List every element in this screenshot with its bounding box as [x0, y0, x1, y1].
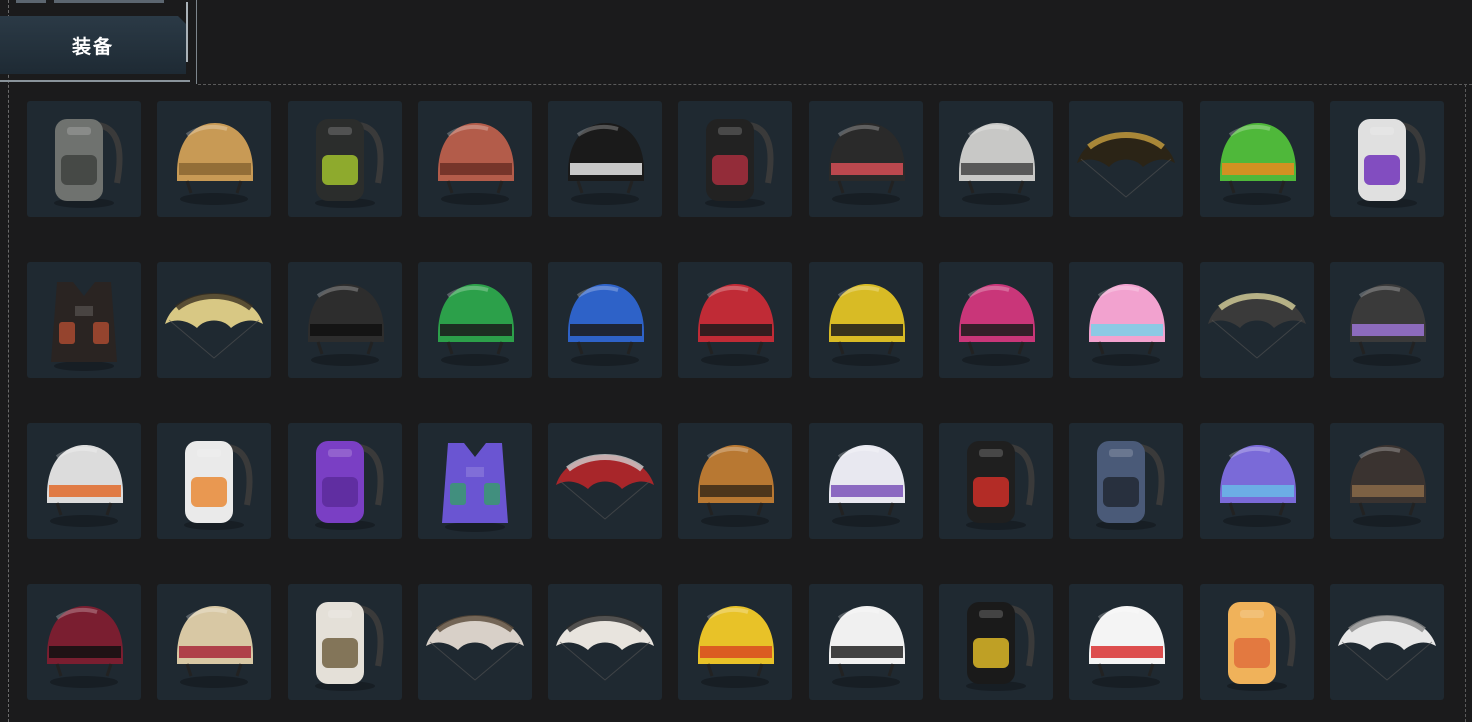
helmet-icon — [177, 606, 254, 688]
backpack-icon — [314, 119, 384, 208]
helmet-icon — [1089, 606, 1166, 688]
equipment-slot[interactable] — [808, 584, 923, 700]
frame-left-border — [8, 0, 9, 722]
parachute-icon — [165, 293, 264, 359]
backpack-icon — [966, 441, 1035, 530]
tab-equipment[interactable]: 装备 — [0, 0, 197, 84]
equipment-slot[interactable] — [808, 423, 923, 539]
tab-label: 装备 — [71, 35, 114, 58]
helmet-icon — [1219, 445, 1296, 527]
equipment-slot[interactable] — [1199, 423, 1314, 539]
equipment-slot[interactable] — [27, 423, 141, 539]
parachute-icon — [556, 454, 655, 520]
helmet-icon — [959, 123, 1036, 205]
helmet-icon — [698, 445, 775, 527]
backpack-icon — [54, 119, 123, 208]
helmet-icon — [959, 284, 1036, 366]
equipment-slot[interactable] — [548, 262, 663, 378]
equipment-slot[interactable] — [287, 262, 402, 378]
equipment-slot[interactable] — [1199, 262, 1314, 378]
tab-corner-decoration — [186, 2, 188, 62]
equipment-slot[interactable] — [939, 262, 1054, 378]
tab-stub — [16, 0, 46, 3]
equipment-slot[interactable] — [548, 101, 663, 217]
backpack-icon — [184, 441, 253, 530]
helmet-icon — [828, 606, 905, 688]
equipment-slot[interactable] — [157, 101, 272, 217]
equipment-slot[interactable] — [287, 584, 402, 700]
backpack-icon — [1356, 119, 1426, 208]
helmet-icon — [828, 445, 905, 527]
helmet-icon — [437, 284, 514, 366]
parachute-icon — [425, 615, 524, 681]
equipment-slot[interactable] — [157, 584, 272, 700]
equipment-slot[interactable] — [287, 423, 402, 539]
helmet-icon — [437, 123, 514, 205]
equipment-slot[interactable] — [1199, 584, 1314, 700]
equipment-slot[interactable] — [417, 101, 532, 217]
equipment-slot[interactable] — [27, 101, 141, 217]
equipment-slot[interactable] — [939, 584, 1054, 700]
backpack-icon — [1096, 441, 1165, 530]
equipment-slot[interactable] — [1329, 584, 1444, 700]
equipment-slot[interactable] — [678, 262, 793, 378]
vest-icon — [51, 282, 117, 371]
equipment-slot[interactable] — [1329, 101, 1444, 217]
backpack-icon — [314, 602, 384, 691]
helmet-icon — [1089, 284, 1166, 366]
equipment-slot[interactable] — [678, 423, 793, 539]
equipment-slot[interactable] — [548, 423, 663, 539]
helmet-icon — [568, 123, 645, 205]
helmet-icon — [828, 284, 905, 366]
parachute-icon — [1077, 132, 1176, 198]
backpack-icon — [966, 602, 1035, 691]
equipment-slot[interactable] — [678, 584, 793, 700]
equipment-slot[interactable] — [808, 262, 923, 378]
helmet-icon — [828, 123, 905, 205]
equipment-slot[interactable] — [27, 262, 141, 378]
helmet-icon — [698, 606, 775, 688]
equipment-slot[interactable] — [417, 584, 532, 700]
helmet-icon — [568, 284, 645, 366]
equipment-slot[interactable] — [1069, 423, 1184, 539]
parachute-icon — [556, 615, 655, 681]
equipment-slot[interactable] — [939, 423, 1054, 539]
tab-stub — [54, 0, 164, 3]
helmet-icon — [1219, 123, 1296, 205]
equipment-slot[interactable] — [287, 101, 402, 217]
equipment-grid — [27, 101, 1444, 700]
helmet-icon — [177, 123, 254, 205]
equipment-slot[interactable] — [157, 423, 272, 539]
equipment-slot[interactable] — [1069, 262, 1184, 378]
helmet-icon — [698, 284, 775, 366]
helmet-icon — [1349, 445, 1426, 527]
equipment-slot[interactable] — [548, 584, 663, 700]
backpack-icon — [1226, 602, 1296, 691]
backpack-icon — [314, 441, 384, 530]
equipment-slot[interactable] — [1329, 262, 1444, 378]
frame-right-border — [1465, 84, 1466, 722]
helmet-icon — [1349, 284, 1426, 366]
equipment-slot[interactable] — [1069, 584, 1184, 700]
tab-corner-decoration — [196, 0, 197, 84]
parachute-icon — [1207, 293, 1306, 359]
equipment-slot[interactable] — [1329, 423, 1444, 539]
helmet-icon — [307, 284, 384, 366]
backpack-icon — [705, 119, 774, 208]
frame-top-border — [198, 84, 1472, 85]
tab-underline — [0, 80, 190, 82]
equipment-slot[interactable] — [157, 262, 272, 378]
equipment-slot[interactable] — [1069, 101, 1184, 217]
equipment-slot[interactable] — [678, 101, 793, 217]
equipment-slot[interactable] — [1199, 101, 1314, 217]
helmet-icon — [47, 445, 123, 527]
vest-icon — [441, 443, 508, 532]
equipment-slot[interactable] — [939, 101, 1054, 217]
parachute-icon — [1337, 615, 1436, 681]
equipment-slot[interactable] — [417, 262, 532, 378]
equipment-slot[interactable] — [417, 423, 532, 539]
equipment-slot[interactable] — [808, 101, 923, 217]
equipment-slot[interactable] — [27, 584, 141, 700]
helmet-icon — [47, 606, 123, 688]
